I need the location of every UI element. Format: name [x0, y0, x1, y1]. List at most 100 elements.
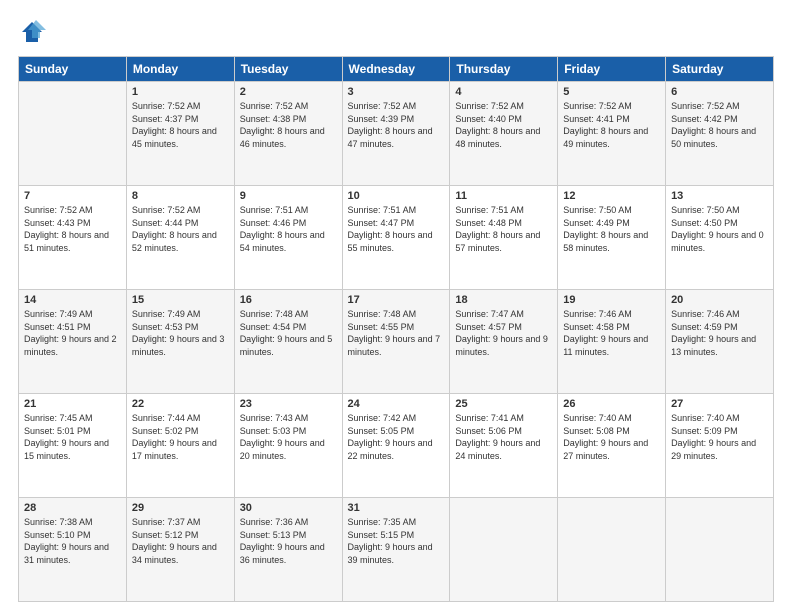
calendar-page: SundayMondayTuesdayWednesdayThursdayFrid… — [0, 0, 792, 612]
day-number: 8 — [132, 190, 229, 202]
day-info: Sunrise: 7:37 AMSunset: 5:12 PMDaylight:… — [132, 517, 217, 565]
calendar-week-row: 7 Sunrise: 7:52 AMSunset: 4:43 PMDayligh… — [19, 186, 774, 290]
calendar-cell: 8 Sunrise: 7:52 AMSunset: 4:44 PMDayligh… — [126, 186, 234, 290]
calendar-cell: 21 Sunrise: 7:45 AMSunset: 5:01 PMDaylig… — [19, 394, 127, 498]
day-info: Sunrise: 7:40 AMSunset: 5:09 PMDaylight:… — [671, 413, 756, 461]
day-info: Sunrise: 7:35 AMSunset: 5:15 PMDaylight:… — [348, 517, 433, 565]
day-number: 1 — [132, 86, 229, 98]
day-info: Sunrise: 7:51 AMSunset: 4:46 PMDaylight:… — [240, 205, 325, 253]
header — [18, 18, 774, 46]
day-info: Sunrise: 7:43 AMSunset: 5:03 PMDaylight:… — [240, 413, 325, 461]
day-number: 24 — [348, 398, 445, 410]
calendar-cell — [666, 498, 774, 602]
day-number: 17 — [348, 294, 445, 306]
day-info: Sunrise: 7:36 AMSunset: 5:13 PMDaylight:… — [240, 517, 325, 565]
day-number: 11 — [455, 190, 552, 202]
day-info: Sunrise: 7:52 AMSunset: 4:37 PMDaylight:… — [132, 101, 217, 149]
day-number: 28 — [24, 502, 121, 514]
day-number: 20 — [671, 294, 768, 306]
day-number: 21 — [24, 398, 121, 410]
day-info: Sunrise: 7:47 AMSunset: 4:57 PMDaylight:… — [455, 309, 548, 357]
day-info: Sunrise: 7:51 AMSunset: 4:48 PMDaylight:… — [455, 205, 540, 253]
calendar-cell: 6 Sunrise: 7:52 AMSunset: 4:42 PMDayligh… — [666, 82, 774, 186]
day-info: Sunrise: 7:38 AMSunset: 5:10 PMDaylight:… — [24, 517, 109, 565]
day-number: 12 — [563, 190, 660, 202]
weekday-header-monday: Monday — [126, 57, 234, 82]
day-number: 2 — [240, 86, 337, 98]
day-number: 23 — [240, 398, 337, 410]
calendar-cell — [19, 82, 127, 186]
weekday-header-thursday: Thursday — [450, 57, 558, 82]
calendar-cell: 10 Sunrise: 7:51 AMSunset: 4:47 PMDaylig… — [342, 186, 450, 290]
weekday-header-sunday: Sunday — [19, 57, 127, 82]
day-number: 16 — [240, 294, 337, 306]
calendar-cell: 23 Sunrise: 7:43 AMSunset: 5:03 PMDaylig… — [234, 394, 342, 498]
day-number: 14 — [24, 294, 121, 306]
weekday-header-tuesday: Tuesday — [234, 57, 342, 82]
calendar-cell: 31 Sunrise: 7:35 AMSunset: 5:15 PMDaylig… — [342, 498, 450, 602]
day-number: 29 — [132, 502, 229, 514]
weekday-header-row: SundayMondayTuesdayWednesdayThursdayFrid… — [19, 57, 774, 82]
day-info: Sunrise: 7:40 AMSunset: 5:08 PMDaylight:… — [563, 413, 648, 461]
day-number: 13 — [671, 190, 768, 202]
day-number: 7 — [24, 190, 121, 202]
day-number: 22 — [132, 398, 229, 410]
day-info: Sunrise: 7:46 AMSunset: 4:59 PMDaylight:… — [671, 309, 756, 357]
day-number: 5 — [563, 86, 660, 98]
weekday-header-wednesday: Wednesday — [342, 57, 450, 82]
day-info: Sunrise: 7:42 AMSunset: 5:05 PMDaylight:… — [348, 413, 433, 461]
calendar-cell: 14 Sunrise: 7:49 AMSunset: 4:51 PMDaylig… — [19, 290, 127, 394]
calendar-cell: 18 Sunrise: 7:47 AMSunset: 4:57 PMDaylig… — [450, 290, 558, 394]
day-info: Sunrise: 7:52 AMSunset: 4:43 PMDaylight:… — [24, 205, 109, 253]
day-number: 30 — [240, 502, 337, 514]
day-info: Sunrise: 7:52 AMSunset: 4:38 PMDaylight:… — [240, 101, 325, 149]
day-info: Sunrise: 7:52 AMSunset: 4:44 PMDaylight:… — [132, 205, 217, 253]
calendar-week-row: 14 Sunrise: 7:49 AMSunset: 4:51 PMDaylig… — [19, 290, 774, 394]
calendar-cell: 26 Sunrise: 7:40 AMSunset: 5:08 PMDaylig… — [558, 394, 666, 498]
calendar-cell: 5 Sunrise: 7:52 AMSunset: 4:41 PMDayligh… — [558, 82, 666, 186]
day-info: Sunrise: 7:52 AMSunset: 4:39 PMDaylight:… — [348, 101, 433, 149]
calendar-table: SundayMondayTuesdayWednesdayThursdayFrid… — [18, 56, 774, 602]
day-number: 6 — [671, 86, 768, 98]
calendar-week-row: 21 Sunrise: 7:45 AMSunset: 5:01 PMDaylig… — [19, 394, 774, 498]
day-number: 10 — [348, 190, 445, 202]
day-number: 27 — [671, 398, 768, 410]
calendar-cell: 3 Sunrise: 7:52 AMSunset: 4:39 PMDayligh… — [342, 82, 450, 186]
calendar-cell — [558, 498, 666, 602]
calendar-week-row: 28 Sunrise: 7:38 AMSunset: 5:10 PMDaylig… — [19, 498, 774, 602]
calendar-cell: 9 Sunrise: 7:51 AMSunset: 4:46 PMDayligh… — [234, 186, 342, 290]
calendar-week-row: 1 Sunrise: 7:52 AMSunset: 4:37 PMDayligh… — [19, 82, 774, 186]
calendar-cell: 12 Sunrise: 7:50 AMSunset: 4:49 PMDaylig… — [558, 186, 666, 290]
day-info: Sunrise: 7:52 AMSunset: 4:41 PMDaylight:… — [563, 101, 648, 149]
day-number: 18 — [455, 294, 552, 306]
calendar-cell: 27 Sunrise: 7:40 AMSunset: 5:09 PMDaylig… — [666, 394, 774, 498]
calendar-cell — [450, 498, 558, 602]
day-number: 31 — [348, 502, 445, 514]
calendar-cell: 11 Sunrise: 7:51 AMSunset: 4:48 PMDaylig… — [450, 186, 558, 290]
day-number: 26 — [563, 398, 660, 410]
calendar-cell: 28 Sunrise: 7:38 AMSunset: 5:10 PMDaylig… — [19, 498, 127, 602]
calendar-cell: 15 Sunrise: 7:49 AMSunset: 4:53 PMDaylig… — [126, 290, 234, 394]
day-number: 15 — [132, 294, 229, 306]
day-info: Sunrise: 7:41 AMSunset: 5:06 PMDaylight:… — [455, 413, 540, 461]
day-number: 19 — [563, 294, 660, 306]
calendar-cell: 25 Sunrise: 7:41 AMSunset: 5:06 PMDaylig… — [450, 394, 558, 498]
calendar-cell: 1 Sunrise: 7:52 AMSunset: 4:37 PMDayligh… — [126, 82, 234, 186]
day-info: Sunrise: 7:50 AMSunset: 4:49 PMDaylight:… — [563, 205, 648, 253]
day-info: Sunrise: 7:49 AMSunset: 4:51 PMDaylight:… — [24, 309, 117, 357]
weekday-header-saturday: Saturday — [666, 57, 774, 82]
logo-icon — [18, 18, 46, 46]
day-number: 25 — [455, 398, 552, 410]
day-info: Sunrise: 7:52 AMSunset: 4:42 PMDaylight:… — [671, 101, 756, 149]
calendar-cell: 29 Sunrise: 7:37 AMSunset: 5:12 PMDaylig… — [126, 498, 234, 602]
day-info: Sunrise: 7:45 AMSunset: 5:01 PMDaylight:… — [24, 413, 109, 461]
day-info: Sunrise: 7:51 AMSunset: 4:47 PMDaylight:… — [348, 205, 433, 253]
calendar-cell: 2 Sunrise: 7:52 AMSunset: 4:38 PMDayligh… — [234, 82, 342, 186]
calendar-cell: 4 Sunrise: 7:52 AMSunset: 4:40 PMDayligh… — [450, 82, 558, 186]
day-info: Sunrise: 7:48 AMSunset: 4:55 PMDaylight:… — [348, 309, 441, 357]
day-info: Sunrise: 7:52 AMSunset: 4:40 PMDaylight:… — [455, 101, 540, 149]
calendar-cell: 17 Sunrise: 7:48 AMSunset: 4:55 PMDaylig… — [342, 290, 450, 394]
calendar-cell: 19 Sunrise: 7:46 AMSunset: 4:58 PMDaylig… — [558, 290, 666, 394]
calendar-cell: 13 Sunrise: 7:50 AMSunset: 4:50 PMDaylig… — [666, 186, 774, 290]
day-info: Sunrise: 7:48 AMSunset: 4:54 PMDaylight:… — [240, 309, 333, 357]
